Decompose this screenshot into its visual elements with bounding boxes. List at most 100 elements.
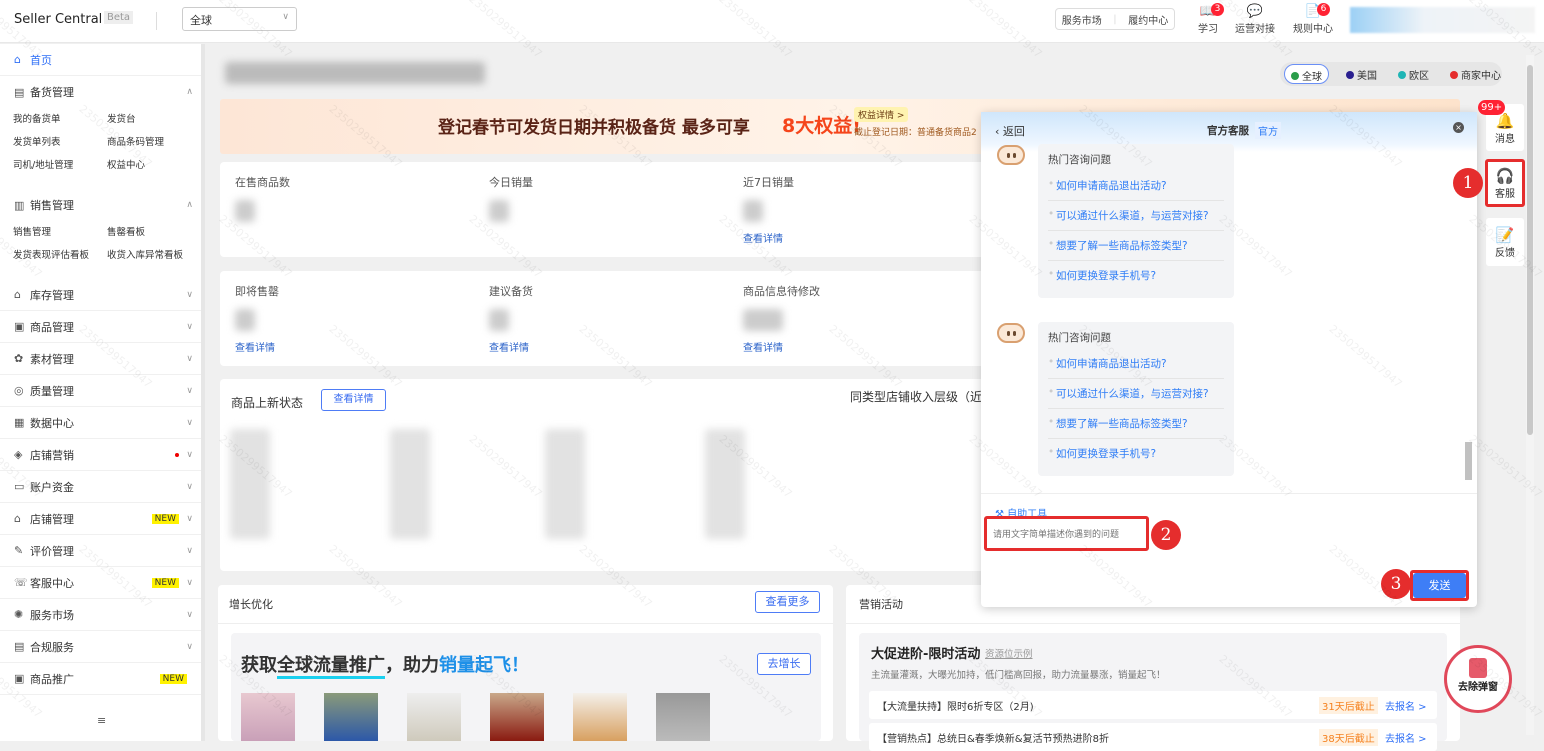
- fulfillment-center-link[interactable]: 履约中心: [1128, 12, 1168, 27]
- promo-icon: ▣: [14, 672, 25, 685]
- sidebar-subitem[interactable]: 商品条码管理: [107, 134, 164, 148]
- activity-row[interactable]: 【大流量扶持】限时6折专区（2月) 31天后截止 去报名 >: [869, 691, 1437, 719]
- material-icon: ✿: [14, 352, 24, 365]
- chevron-down-icon: ∨: [186, 449, 193, 460]
- region-dot-icon: [1450, 71, 1458, 79]
- view-more-button[interactable]: 查看更多: [755, 591, 820, 613]
- messages-button[interactable]: 🔔 消息 99+: [1478, 100, 1524, 151]
- product-thumbnail[interactable]: [324, 693, 378, 741]
- faq-question-link[interactable]: 想要了解一些商品标签类型?: [1048, 231, 1224, 261]
- blurred-value: [743, 309, 783, 331]
- region-tab-2[interactable]: 欧区: [1392, 64, 1435, 84]
- region-tab-1[interactable]: 美国: [1340, 64, 1383, 84]
- sidebar-item-15[interactable]: ▣ 商品推广 NEW: [0, 663, 201, 695]
- stat-label: 建议备货: [489, 285, 533, 298]
- user-account[interactable]: [1350, 7, 1535, 33]
- region-select[interactable]: 全球 ∨: [182, 7, 297, 31]
- sidebar-item-7[interactable]: ▦ 数据中心 ∨: [0, 407, 201, 439]
- rules-center-label: 规则中心: [1293, 24, 1333, 35]
- scrollbar-thumb[interactable]: [1527, 65, 1533, 435]
- sidebar-item-9[interactable]: ▭ 账户资金 ∨: [0, 471, 201, 503]
- product-thumbnail[interactable]: [656, 693, 710, 741]
- faq-question-link[interactable]: 如何申请商品退出活动?: [1048, 349, 1224, 379]
- faq-title: 热门咨询问题: [1048, 332, 1111, 344]
- listing-detail-button[interactable]: 查看详情: [321, 389, 386, 411]
- faq-question-link[interactable]: 可以通过什么渠道，与运营对接?: [1048, 379, 1224, 409]
- chat-icon: 💬: [1246, 4, 1264, 19]
- learn-button[interactable]: 📖 3 学习: [1183, 3, 1233, 35]
- collapse-sidebar-icon[interactable]: ≡: [97, 714, 106, 727]
- sidebar-subitem[interactable]: 发货单列表: [13, 134, 61, 148]
- bot-avatar: [997, 323, 1025, 343]
- service-market-link[interactable]: 服务市场: [1062, 12, 1102, 27]
- sidebar-subitem[interactable]: 我的备货单: [13, 111, 61, 125]
- product-thumbnail[interactable]: [407, 693, 461, 741]
- faq-question-link[interactable]: 如何更换登录手机号?: [1048, 439, 1224, 468]
- sidebar-subitem[interactable]: 司机/地址管理: [13, 157, 73, 171]
- rules-center-button[interactable]: 📄 6 规则中心: [1288, 3, 1338, 35]
- page-scrollbar[interactable]: [1526, 55, 1534, 735]
- view-details-link[interactable]: 查看详情: [743, 339, 783, 354]
- ops-contact-button[interactable]: 💬 运营对接: [1230, 4, 1280, 35]
- messages-badge: 99+: [1478, 100, 1506, 115]
- sidebar-item-1[interactable]: ▤ 备货管理 ∧: [0, 76, 201, 108]
- sidebar-subitem[interactable]: 发货表现评估看板: [13, 247, 89, 261]
- sidebar-item-14[interactable]: ▤ 合规服务 ∨: [0, 631, 201, 663]
- chat-scrollbar-thumb[interactable]: [1465, 442, 1472, 480]
- bot-avatar: [997, 145, 1025, 165]
- activity-name: 【营销热点】总统日&春季焕新&复活节预热进阶8折: [877, 734, 1109, 745]
- sidebar-item-4[interactable]: ▣ 商品管理 ∨: [0, 311, 201, 343]
- sidebar-item-13[interactable]: ✺ 服务市场 ∨: [0, 599, 201, 631]
- highlight-box-input: [984, 516, 1149, 551]
- sidebar-item-label: 商品管理: [30, 320, 74, 334]
- register-link[interactable]: 去报名 >: [1385, 698, 1427, 713]
- banner-text: 登记春节可发货日期并积极备货 最多可享: [438, 118, 750, 138]
- blurred-value: [743, 200, 763, 222]
- chevron-left-icon: ‹: [995, 125, 1003, 138]
- chevron-down-icon: ∨: [186, 545, 193, 556]
- sidebar-item-10[interactable]: ⌂ 店铺管理 ∨ NEW: [0, 503, 201, 535]
- messages-label: 消息: [1495, 134, 1515, 145]
- product-thumbnail[interactable]: [573, 693, 627, 741]
- faq-question-link[interactable]: 可以通过什么渠道，与运营对接?: [1048, 201, 1224, 231]
- region-label: 美国: [1357, 71, 1377, 82]
- sidebar-item-8[interactable]: ◈ 店铺营销 ∨: [0, 439, 201, 471]
- feedback-button[interactable]: 📝 反馈: [1486, 218, 1524, 266]
- sidebar-item-0[interactable]: ⌂ 首页: [0, 44, 201, 76]
- sidebar-subitem[interactable]: 销售管理: [13, 224, 51, 238]
- sidebar-subitem[interactable]: 发货台: [107, 111, 136, 125]
- view-details-link[interactable]: 查看详情: [235, 339, 275, 354]
- chevron-down-icon: ∨: [186, 641, 193, 652]
- deadline-badge: 38天后截止: [1319, 729, 1378, 746]
- sidebar-item-2[interactable]: ▥ 销售管理 ∧: [0, 189, 201, 221]
- region-tab-3[interactable]: 商家中心: [1444, 64, 1507, 84]
- warehouse-icon: ⌂: [14, 288, 21, 301]
- sidebar-item-6[interactable]: ◎ 质量管理 ∨: [0, 375, 201, 407]
- sidebar-item-label: 商品推广: [30, 672, 74, 686]
- promo-tag-link[interactable]: 资源位示例: [985, 646, 1033, 660]
- go-grow-button[interactable]: 去增长: [757, 653, 811, 675]
- region-dot-icon: [1291, 72, 1299, 80]
- product-thumbnail[interactable]: [490, 693, 544, 741]
- sidebar-item-11[interactable]: ✎ 评价管理 ∨: [0, 535, 201, 567]
- faq-question-link[interactable]: 如何申请商品退出活动?: [1048, 171, 1224, 201]
- sidebar-item-label: 素材管理: [30, 352, 74, 366]
- sidebar-item-5[interactable]: ✿ 素材管理 ∨: [0, 343, 201, 375]
- register-link[interactable]: 去报名 >: [1385, 730, 1427, 745]
- sidebar-subitem[interactable]: 权益中心: [107, 157, 145, 171]
- sidebar-subitem[interactable]: 收货入库异常看板: [107, 247, 183, 261]
- sidebar-subitem[interactable]: 售罄看板: [107, 224, 145, 238]
- faq-question-link[interactable]: 如何更换登录手机号?: [1048, 261, 1224, 290]
- view-details-link[interactable]: 查看详情: [743, 230, 783, 245]
- remove-popup-button[interactable]: 去除弹窗: [1444, 645, 1512, 713]
- banner-detail-button[interactable]: 权益详情 >: [854, 107, 909, 122]
- product-thumbnail[interactable]: [241, 693, 295, 741]
- view-details-link[interactable]: 查看详情: [489, 339, 529, 354]
- activity-row[interactable]: 【营销热点】总统日&春季焕新&复活节预热进阶8折 38天后截止 去报名 >: [869, 723, 1437, 751]
- sidebar-item-3[interactable]: ⌂ 库存管理 ∨: [0, 279, 201, 311]
- region-tab-0[interactable]: 全球: [1284, 64, 1329, 84]
- sidebar-item-12[interactable]: ☏ 客服中心 ∨ NEW: [0, 567, 201, 599]
- close-icon[interactable]: ×: [1453, 122, 1464, 133]
- back-button[interactable]: ‹ 返回: [995, 123, 1025, 139]
- faq-question-link[interactable]: 想要了解一些商品标签类型?: [1048, 409, 1224, 439]
